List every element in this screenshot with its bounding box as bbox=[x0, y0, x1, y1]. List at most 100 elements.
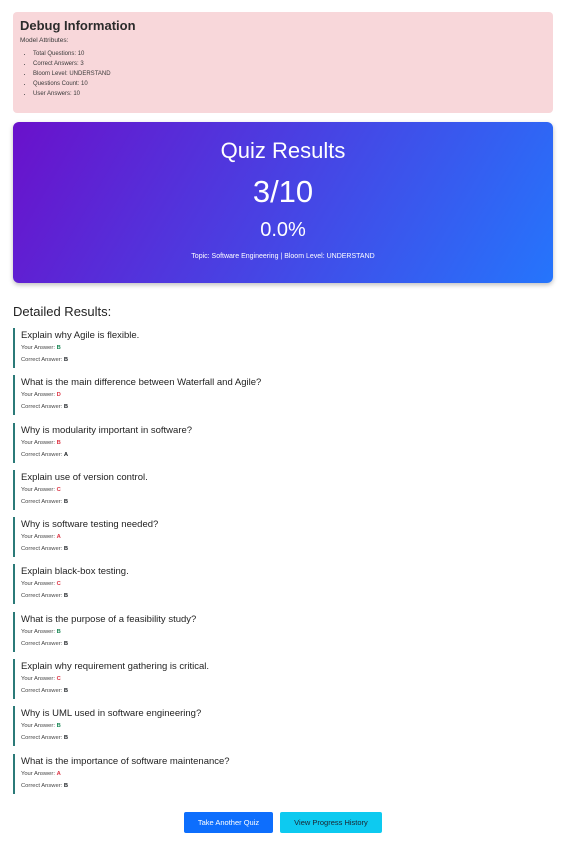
your-answer-line: Your Answer: D bbox=[21, 389, 553, 401]
detailed-results-list: Explain why Agile is flexible. Your Answe… bbox=[13, 328, 553, 801]
correct-answer-label: Correct Answer: bbox=[21, 357, 64, 363]
your-answer-label: Your Answer: bbox=[21, 581, 57, 588]
correct-answer-line: Correct Answer: A bbox=[21, 449, 553, 461]
debug-item: Questions Count: 10 bbox=[33, 79, 546, 89]
your-answer-line: Your Answer: C bbox=[21, 673, 553, 685]
correct-answer-value: B bbox=[63, 546, 69, 553]
debug-item: Bloom Level: UNDERSTAND bbox=[33, 69, 546, 79]
your-answer-line: Your Answer: A bbox=[21, 531, 553, 543]
correct-answer-label: Correct Answer: bbox=[21, 688, 64, 695]
question-result-item: What is the purpose of a feasibility stu… bbox=[13, 611, 553, 652]
correct-answer-value: B bbox=[63, 357, 69, 363]
your-answer-label: Your Answer: bbox=[21, 723, 57, 730]
question-result-item: Explain why Agile is flexible. Your Answe… bbox=[13, 328, 553, 368]
your-answer-value: C bbox=[56, 676, 61, 683]
your-answer-label: Your Answer: bbox=[21, 676, 57, 683]
results-title: Quiz Results bbox=[220, 138, 346, 163]
correct-answer-line: Correct Answer: B bbox=[21, 638, 553, 650]
question-result-item: Why is modularity important in software?… bbox=[13, 422, 553, 463]
your-answer-value: A bbox=[56, 534, 61, 541]
your-answer-value: B bbox=[56, 345, 61, 351]
your-answer-value: B bbox=[56, 439, 61, 446]
question-result-item: Explain why requirement gathering is cri… bbox=[13, 659, 553, 700]
your-answer-value: D bbox=[56, 392, 61, 399]
your-answer-label: Your Answer: bbox=[21, 770, 57, 777]
debug-subtitle: Model Attributes: bbox=[20, 37, 69, 44]
your-answer-value: C bbox=[56, 581, 61, 588]
debug-item: Correct Answers: 3 bbox=[33, 59, 546, 69]
correct-answer-value: A bbox=[63, 451, 69, 458]
correct-answer-label: Correct Answer: bbox=[21, 735, 64, 742]
question-text: Why is software testing needed? bbox=[21, 519, 159, 531]
correct-answer-line: Correct Answer: B bbox=[21, 780, 553, 792]
correct-answer-value: B bbox=[63, 640, 69, 647]
take-another-quiz-button[interactable]: Take Another Quiz bbox=[184, 812, 273, 833]
question-text: What is the importance of software maint… bbox=[21, 755, 230, 767]
correct-answer-label: Correct Answer: bbox=[21, 498, 64, 505]
question-text: Explain why requirement gathering is cri… bbox=[21, 661, 209, 673]
question-result-item: Explain use of version control. Your Answ… bbox=[13, 469, 553, 510]
correct-answer-line: Correct Answer: B bbox=[21, 496, 553, 508]
question-text: What is the main difference between Wate… bbox=[21, 377, 262, 389]
your-answer-line: Your Answer: A bbox=[21, 768, 553, 780]
your-answer-label: Your Answer: bbox=[21, 628, 57, 635]
question-text: Explain why Agile is flexible. bbox=[21, 330, 140, 341]
your-answer-value: B bbox=[56, 723, 61, 730]
your-answer-value: C bbox=[56, 486, 61, 493]
question-text: Explain use of version control. bbox=[21, 471, 148, 483]
question-result-item: Why is software testing needed? Your Answ… bbox=[13, 517, 553, 558]
correct-answer-line: Correct Answer: B bbox=[21, 685, 553, 697]
your-answer-value: B bbox=[56, 628, 61, 635]
question-text: Why is UML used in software engineering? bbox=[21, 708, 202, 720]
question-result-item: What is the main difference between Wate… bbox=[13, 375, 553, 416]
correct-answer-label: Correct Answer: bbox=[21, 451, 64, 458]
question-text: Why is modularity important in software? bbox=[21, 424, 193, 436]
your-answer-line: Your Answer: C bbox=[21, 578, 553, 590]
correct-answer-line: Correct Answer: B bbox=[21, 354, 553, 366]
your-answer-line: Your Answer: C bbox=[21, 484, 553, 496]
your-answer-label: Your Answer: bbox=[21, 392, 57, 399]
correct-answer-line: Correct Answer: B bbox=[21, 590, 553, 602]
debug-item: Total Questions: 10 bbox=[33, 49, 546, 59]
correct-answer-label: Correct Answer: bbox=[21, 782, 64, 789]
correct-answer-label: Correct Answer: bbox=[21, 593, 64, 600]
your-answer-line: Your Answer: B bbox=[21, 720, 553, 732]
question-result-item: What is the importance of software maint… bbox=[13, 753, 553, 794]
your-answer-line: Your Answer: B bbox=[21, 626, 553, 638]
question-text: What is the purpose of a feasibility stu… bbox=[21, 613, 197, 625]
score-fraction: 3/10 bbox=[252, 174, 314, 209]
debug-list: Total Questions: 10 Correct Answers: 3 B… bbox=[20, 49, 546, 99]
your-answer-label: Your Answer: bbox=[21, 486, 57, 493]
results-meta: Topic: Software Engineering | Bloom Leve… bbox=[13, 253, 553, 260]
debug-title: Debug Information bbox=[20, 18, 136, 33]
detailed-results-heading: Detailed Results: bbox=[13, 304, 112, 319]
score-percent: 0.0% bbox=[260, 219, 306, 241]
correct-answer-line: Correct Answer: B bbox=[21, 543, 553, 555]
your-answer-line: Your Answer: B bbox=[21, 437, 553, 449]
correct-answer-value: B bbox=[63, 688, 69, 695]
your-answer-label: Your Answer: bbox=[21, 345, 57, 351]
topic-label: Topic: Software Engineering bbox=[191, 253, 279, 260]
your-answer-line: Your Answer: B bbox=[21, 342, 553, 354]
question-result-item: Explain black-box testing. Your Answer: C… bbox=[13, 564, 553, 605]
correct-answer-value: B bbox=[63, 735, 69, 742]
your-answer-label: Your Answer: bbox=[21, 439, 57, 446]
debug-panel: Debug Information Model Attributes: Tota… bbox=[13, 12, 553, 113]
correct-answer-value: B bbox=[63, 782, 69, 789]
your-answer-value: A bbox=[56, 770, 61, 777]
bloom-level-label: Bloom Level: UNDERSTAND bbox=[284, 253, 375, 260]
correct-answer-line: Correct Answer: B bbox=[21, 401, 553, 413]
debug-item: User Answers: 10 bbox=[33, 89, 546, 99]
correct-answer-label: Correct Answer: bbox=[21, 640, 64, 647]
correct-answer-value: B bbox=[63, 593, 69, 600]
correct-answer-label: Correct Answer: bbox=[21, 546, 64, 553]
view-progress-history-button[interactable]: View Progress History bbox=[280, 812, 382, 833]
quiz-results-card: Quiz Results 3/10 0.0% Topic: Software E… bbox=[13, 122, 553, 283]
your-answer-label: Your Answer: bbox=[21, 534, 57, 541]
question-text: Explain black-box testing. bbox=[21, 566, 129, 578]
correct-answer-value: B bbox=[63, 404, 69, 411]
correct-answer-value: B bbox=[63, 498, 69, 505]
correct-answer-line: Correct Answer: B bbox=[21, 732, 553, 744]
correct-answer-label: Correct Answer: bbox=[21, 404, 64, 411]
question-result-item: Why is UML used in software engineering?… bbox=[13, 706, 553, 747]
